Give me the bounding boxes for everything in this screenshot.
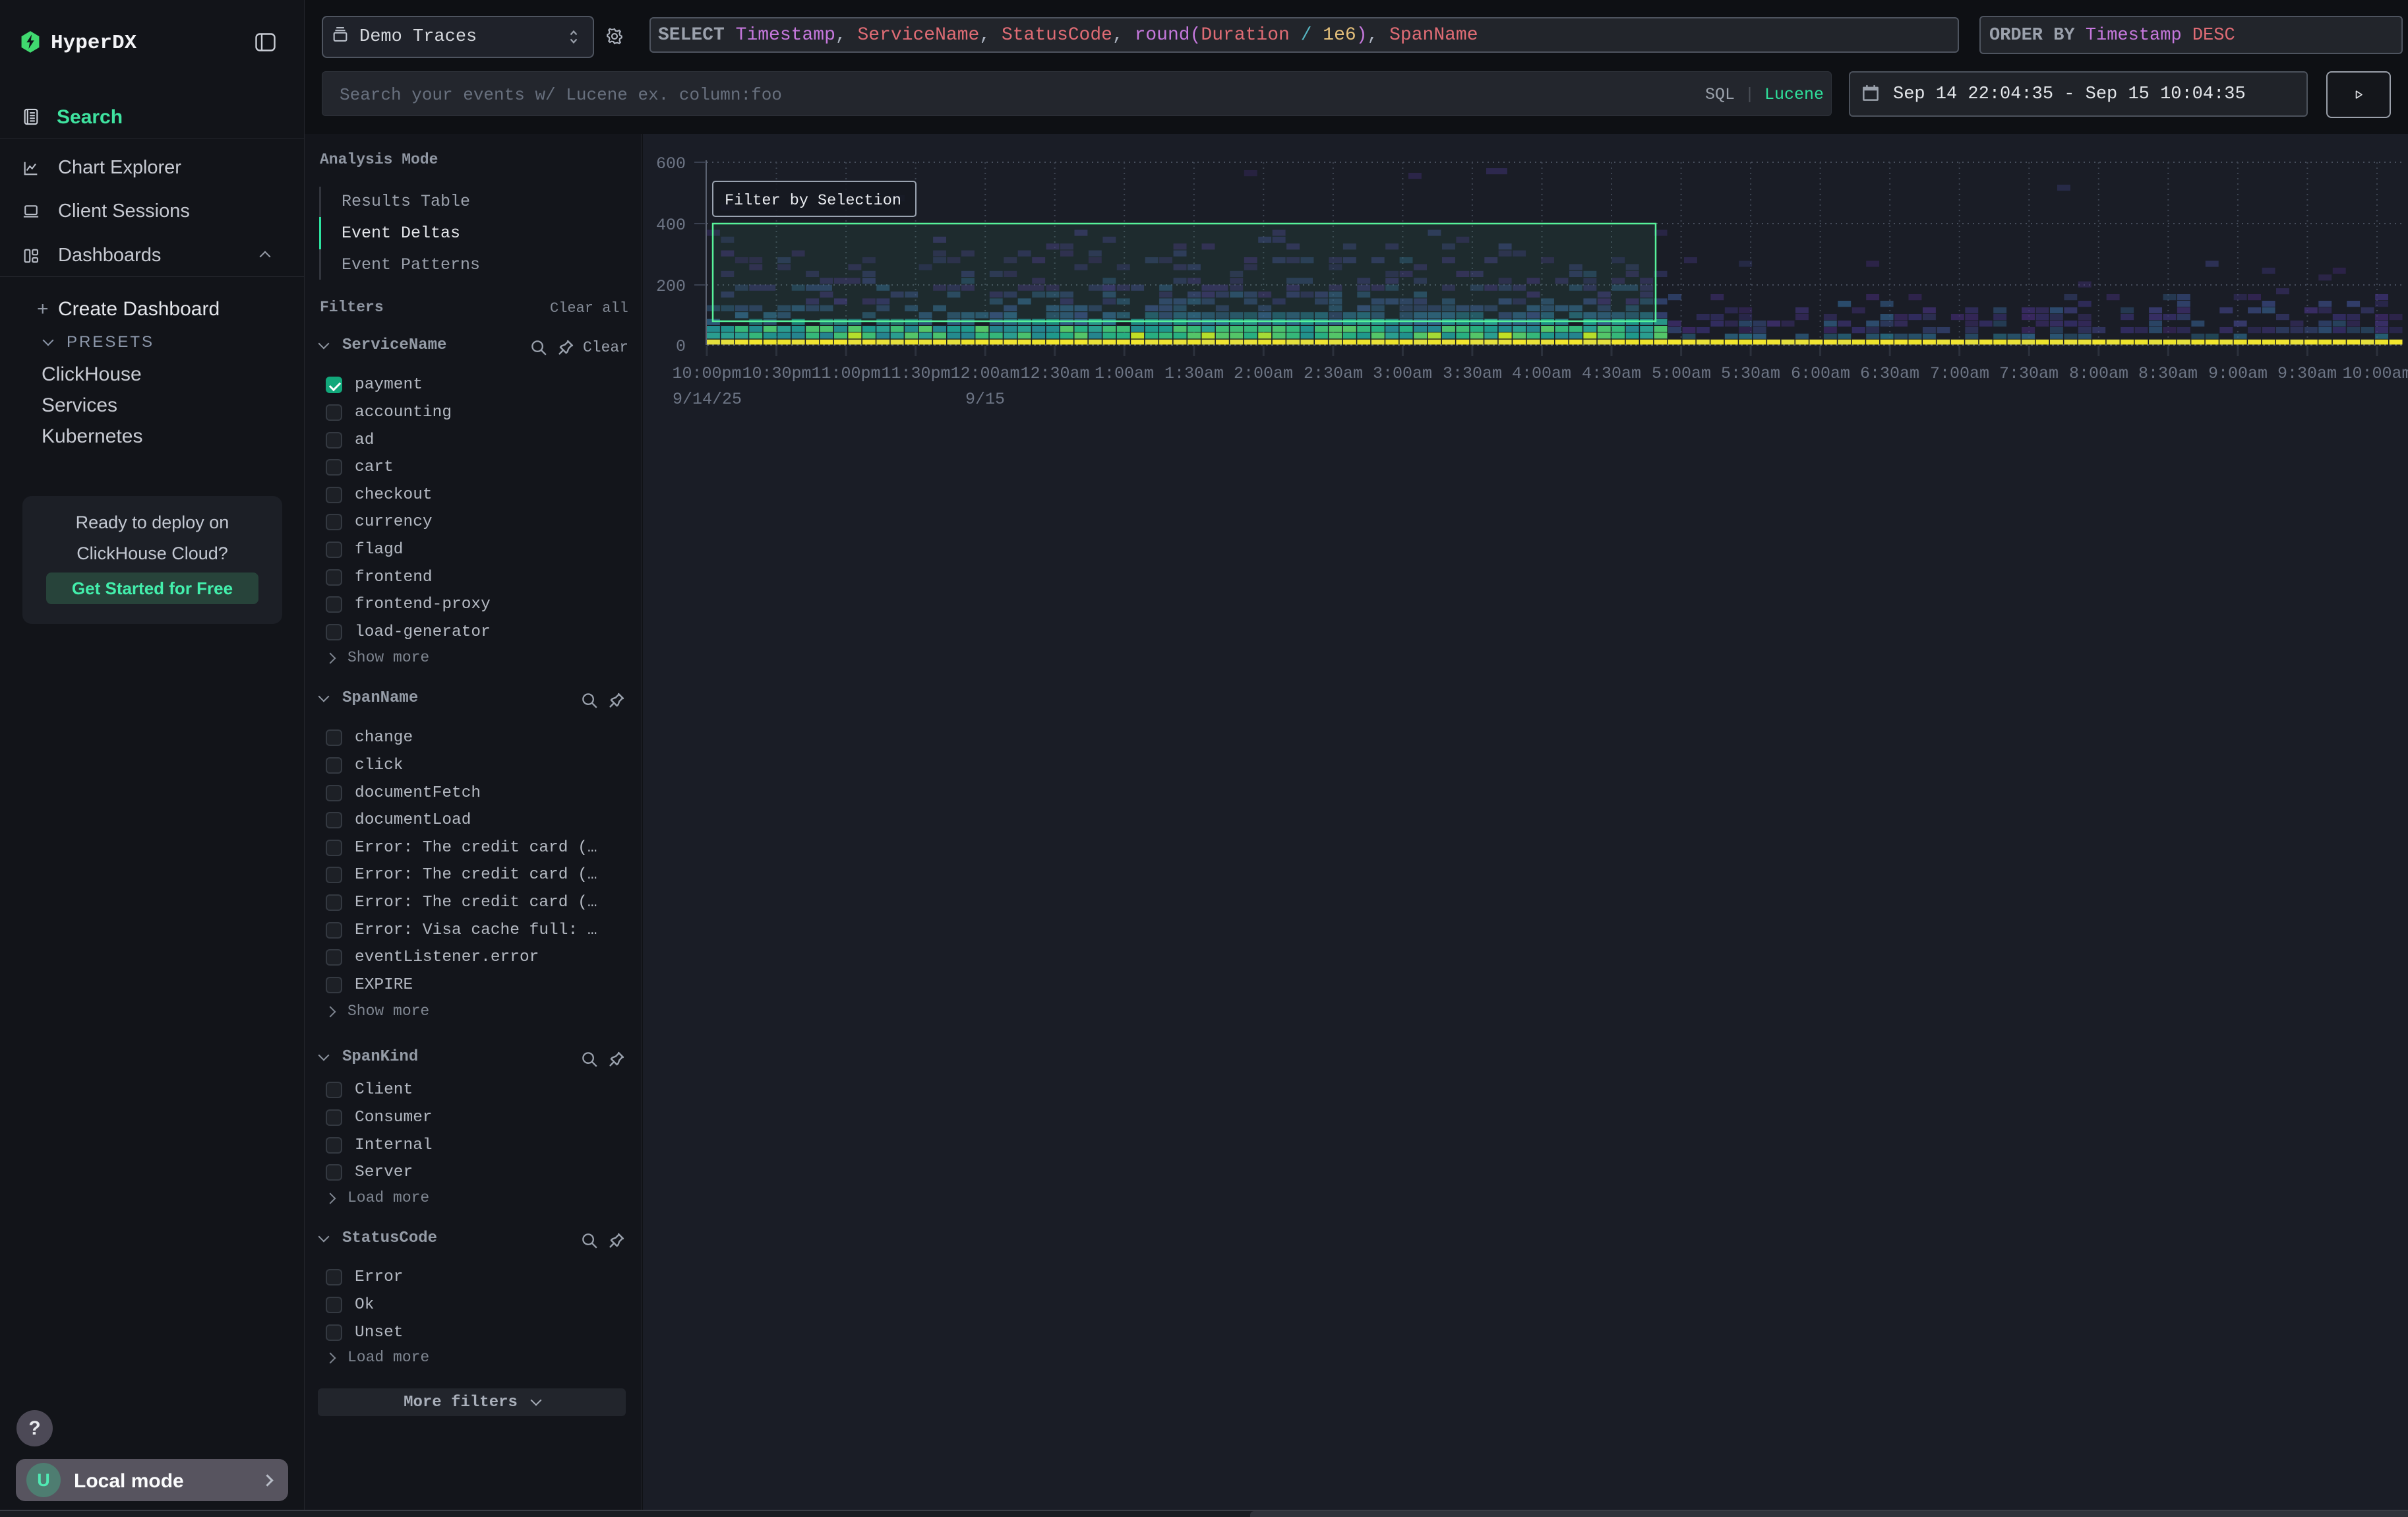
svg-text:8:30am: 8:30am <box>2138 364 2198 383</box>
svg-text:400: 400 <box>656 216 686 235</box>
svg-text:7:00am: 7:00am <box>1930 364 1989 383</box>
svg-text:2:00am: 2:00am <box>1234 364 1293 383</box>
svg-text:12:00am: 12:00am <box>950 364 1019 383</box>
svg-text:4:00am: 4:00am <box>1512 364 1571 383</box>
svg-text:11:00pm: 11:00pm <box>811 364 880 383</box>
svg-text:11:30pm: 11:30pm <box>881 364 950 383</box>
svg-text:9/14/25: 9/14/25 <box>673 390 742 409</box>
svg-text:4:30am: 4:30am <box>1582 364 1641 383</box>
svg-text:10:00am: 10:00am <box>2342 364 2408 383</box>
svg-text:0: 0 <box>676 337 686 356</box>
svg-text:7:30am: 7:30am <box>1999 364 2059 383</box>
svg-text:10:30pm: 10:30pm <box>742 364 811 383</box>
svg-text:200: 200 <box>656 277 686 296</box>
svg-text:3:30am: 3:30am <box>1443 364 1502 383</box>
svg-text:3:00am: 3:00am <box>1373 364 1432 383</box>
svg-text:6:30am: 6:30am <box>1860 364 1919 383</box>
svg-text:9:00am: 9:00am <box>2208 364 2268 383</box>
svg-text:6:00am: 6:00am <box>1791 364 1850 383</box>
svg-text:8:00am: 8:00am <box>2069 364 2128 383</box>
svg-text:5:30am: 5:30am <box>1721 364 1780 383</box>
svg-text:9:30am: 9:30am <box>2277 364 2337 383</box>
svg-text:1:30am: 1:30am <box>1164 364 1224 383</box>
svg-text:9/15: 9/15 <box>965 390 1005 409</box>
svg-text:10:00pm: 10:00pm <box>672 364 741 383</box>
svg-text:2:30am: 2:30am <box>1304 364 1363 383</box>
svg-text:Filter by Selection: Filter by Selection <box>725 192 901 210</box>
svg-text:1:00am: 1:00am <box>1095 364 1154 383</box>
svg-text:12:30am: 12:30am <box>1020 364 1089 383</box>
svg-text:600: 600 <box>656 154 686 173</box>
svg-text:5:00am: 5:00am <box>1652 364 1711 383</box>
